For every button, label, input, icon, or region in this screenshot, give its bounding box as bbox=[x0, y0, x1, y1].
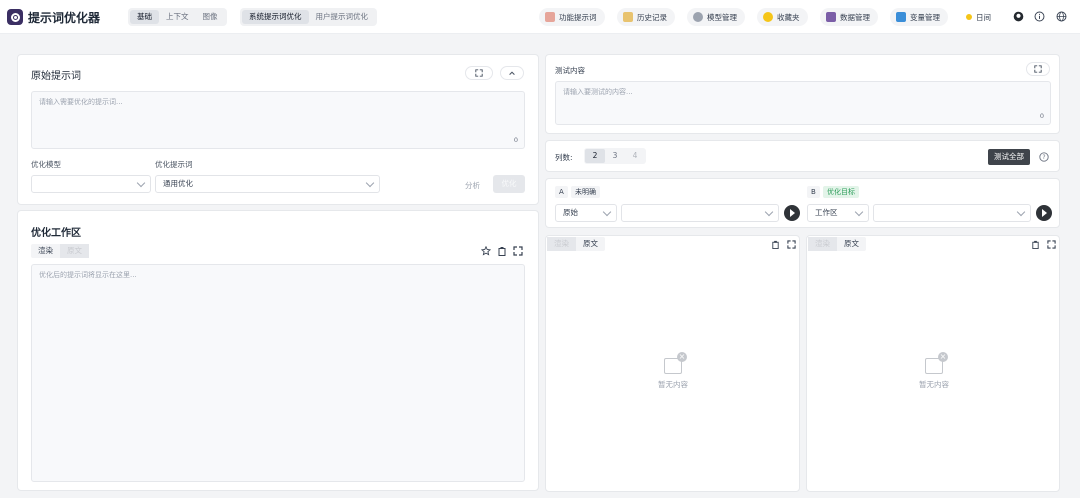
column-a-run-button[interactable] bbox=[784, 205, 800, 221]
tab-image[interactable]: 图像 bbox=[196, 10, 225, 24]
fullscreen-icon[interactable] bbox=[787, 240, 796, 249]
tab-source[interactable]: 原文 bbox=[60, 244, 89, 258]
result-column-b: 渲染 原文 暂无内容 bbox=[806, 235, 1060, 492]
globe-icon[interactable] bbox=[1056, 11, 1067, 22]
theme-toggle-button[interactable]: 日间 bbox=[960, 8, 999, 26]
column-a-view-tabs: 渲染 原文 bbox=[547, 237, 605, 251]
empty-state: 暂无内容 bbox=[904, 352, 964, 390]
optimize-workspace-panel: 优化工作区 渲染 原文 优化后的提示词将显示在这里... bbox=[17, 210, 539, 491]
github-icon[interactable] bbox=[1013, 11, 1024, 22]
original-prompt-input[interactable]: 请输入需要优化的提示词... 0 bbox=[31, 91, 525, 149]
column-option-4[interactable]: 4 bbox=[625, 149, 645, 163]
test-content-input[interactable]: 请输入要测试的内容... 0 bbox=[555, 81, 1051, 125]
expand-icon bbox=[1034, 65, 1042, 73]
star-outline-icon[interactable] bbox=[481, 246, 491, 256]
column-b-run-button[interactable] bbox=[1036, 205, 1052, 221]
copy-icon[interactable] bbox=[497, 246, 507, 256]
column-a-model-select[interactable] bbox=[621, 204, 779, 222]
app-logo-icon bbox=[7, 9, 23, 25]
tab-render[interactable]: 渲染 bbox=[547, 237, 576, 251]
column-a-letter: A bbox=[555, 186, 568, 198]
variable-management-button[interactable]: 变量管理 bbox=[890, 8, 948, 26]
floppy-disk-icon bbox=[826, 12, 836, 22]
column-a-source-select[interactable]: 原始 bbox=[555, 204, 617, 222]
chevron-up-icon bbox=[509, 71, 515, 75]
column-b-letter: B bbox=[807, 186, 820, 198]
optimize-prompt-select[interactable]: 通用优化 bbox=[155, 175, 380, 193]
tab-render[interactable]: 渲染 bbox=[31, 244, 60, 258]
tab-context[interactable]: 上下文 bbox=[159, 10, 196, 24]
model-label: 优化模型 bbox=[31, 160, 61, 169]
collapse-button[interactable] bbox=[500, 66, 524, 80]
app-title: 提示词优化器 bbox=[28, 11, 101, 25]
column-a-tag: 未明确 bbox=[571, 186, 600, 198]
copy-icon[interactable] bbox=[771, 240, 780, 249]
fullscreen-icon[interactable] bbox=[513, 246, 523, 256]
tab-source[interactable]: 原文 bbox=[576, 237, 605, 251]
original-prompt-title: 原始提示词 bbox=[31, 71, 81, 82]
sun-icon bbox=[966, 14, 972, 20]
column-b-tag: 优化目标 bbox=[823, 186, 859, 198]
tab-render[interactable]: 渲染 bbox=[808, 237, 837, 251]
column-b-model-select[interactable] bbox=[873, 204, 1031, 222]
copy-icon[interactable] bbox=[1031, 240, 1040, 249]
column-config-bar: A 未明确 原始 B 优化目标 工作区 bbox=[545, 178, 1060, 228]
result-column-a: 渲染 原文 暂无内容 bbox=[545, 235, 800, 492]
char-counter: 0 bbox=[513, 136, 518, 144]
variable-icon bbox=[896, 12, 906, 22]
help-icon[interactable]: ? bbox=[1039, 152, 1049, 162]
mode-tabs: 基础 上下文 图像 bbox=[128, 8, 227, 26]
tab-source[interactable]: 原文 bbox=[837, 237, 866, 251]
columns-bar: 列数: 2 3 4 测试全部 ? bbox=[545, 140, 1060, 172]
expand-button[interactable] bbox=[465, 66, 493, 80]
workspace-title: 优化工作区 bbox=[31, 228, 81, 239]
history-button[interactable]: 历史记录 bbox=[617, 8, 675, 26]
analyze-button[interactable]: 分析 bbox=[465, 180, 480, 191]
column-b-source-select[interactable]: 工作区 bbox=[807, 204, 869, 222]
fullscreen-icon[interactable] bbox=[1047, 240, 1056, 249]
column-option-2[interactable]: 2 bbox=[585, 149, 605, 163]
test-content-title: 测试内容 bbox=[555, 66, 585, 75]
svg-text:?: ? bbox=[1042, 154, 1045, 161]
empty-inbox-icon bbox=[925, 352, 948, 374]
empty-inbox-icon bbox=[664, 352, 687, 374]
column-count-selector: 2 3 4 bbox=[584, 148, 646, 164]
char-counter: 0 bbox=[1039, 112, 1044, 120]
test-all-button[interactable]: 测试全部 bbox=[988, 149, 1030, 165]
optimize-type-tabs: 系统提示词优化 用户提示词优化 bbox=[240, 8, 377, 26]
optimize-button[interactable]: 优化 bbox=[493, 175, 525, 193]
star-icon bbox=[763, 12, 773, 22]
favorites-button[interactable]: 收藏夹 bbox=[757, 8, 808, 26]
tab-user-prompt[interactable]: 用户提示词优化 bbox=[309, 10, 376, 24]
columns-label: 列数: bbox=[555, 153, 573, 162]
column-option-3[interactable]: 3 bbox=[605, 149, 625, 163]
test-expand-button[interactable] bbox=[1026, 62, 1050, 76]
tab-basic[interactable]: 基础 bbox=[130, 10, 159, 24]
column-b-view-tabs: 渲染 原文 bbox=[808, 237, 866, 251]
gear-icon bbox=[693, 12, 703, 22]
function-prompt-button[interactable]: 功能提示词 bbox=[539, 8, 605, 26]
optimize-model-select[interactable] bbox=[31, 175, 151, 193]
optimized-output-area[interactable]: 优化后的提示词将显示在这里... bbox=[31, 264, 525, 482]
tab-system-prompt[interactable]: 系统提示词优化 bbox=[242, 10, 309, 24]
model-management-button[interactable]: 模型管理 bbox=[687, 8, 745, 26]
test-content-panel: 测试内容 请输入要测试的内容... 0 bbox=[545, 54, 1060, 134]
data-management-button[interactable]: 数据管理 bbox=[820, 8, 878, 26]
edit-icon bbox=[545, 12, 555, 22]
info-icon[interactable] bbox=[1034, 11, 1045, 22]
top-bar: 提示词优化器 基础 上下文 图像 系统提示词优化 用户提示词优化 功能提示词 历… bbox=[0, 0, 1080, 34]
expand-icon bbox=[475, 69, 483, 77]
empty-state: 暂无内容 bbox=[643, 352, 703, 390]
prompt-template-label: 优化提示词 bbox=[155, 160, 193, 169]
original-prompt-panel: 原始提示词 请输入需要优化的提示词... 0 优化模型 优化提示词 通用优化 分… bbox=[17, 54, 539, 205]
workspace-view-tabs: 渲染 原文 bbox=[31, 244, 89, 258]
scroll-icon bbox=[623, 12, 633, 22]
